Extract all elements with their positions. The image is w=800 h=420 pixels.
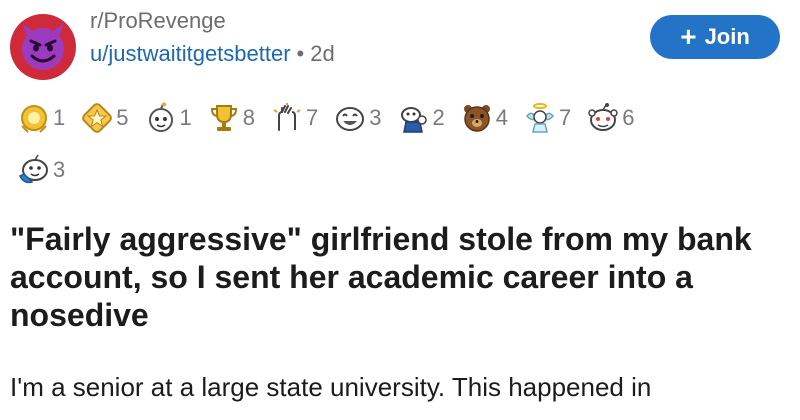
award-angel[interactable]: 7 <box>524 102 571 134</box>
award-count: 1 <box>53 105 66 130</box>
award-star-badge[interactable]: 5 <box>81 102 129 134</box>
award-bravo[interactable]: 7 <box>271 102 318 134</box>
award-snoo[interactable]: 2 <box>398 102 445 134</box>
trophy-award-icon <box>208 102 240 134</box>
awards-section: 1 5 1 8 7 3 2 4 7 6 3 <box>18 100 788 204</box>
angel-award-icon <box>524 102 556 134</box>
award-helpful[interactable]: 1 <box>18 102 65 134</box>
post-body: I'm a senior at a large state university… <box>10 372 652 402</box>
award-laughing[interactable]: 3 <box>334 102 382 134</box>
award-trophy[interactable]: 8 <box>208 102 255 134</box>
award-count: 1 <box>179 105 192 130</box>
author-username[interactable]: u/justwaititgetsbetter <box>90 41 291 66</box>
helpful-award-icon <box>18 102 50 134</box>
meta-separator: • <box>296 41 305 66</box>
award-count: 3 <box>369 105 382 130</box>
post-age: 2d <box>310 41 335 66</box>
snoo-face-award-icon <box>587 102 619 134</box>
devil-face-icon <box>22 24 64 70</box>
post-title[interactable]: "Fairly aggressive" girlfriend stole fro… <box>10 220 790 334</box>
snoo-hug-award-icon <box>18 154 50 186</box>
laughing-award-icon <box>334 102 366 134</box>
bear-award-icon <box>461 102 493 134</box>
award-snoo-hug[interactable]: 3 <box>18 154 65 186</box>
snoo-award-icon <box>398 102 430 134</box>
wholesome-award-icon <box>145 102 177 134</box>
award-snoo-face[interactable]: 6 <box>587 102 635 134</box>
award-count: 7 <box>306 105 319 130</box>
award-count: 5 <box>116 105 129 130</box>
award-wholesome[interactable]: 1 <box>145 102 192 134</box>
subreddit-name[interactable]: r/ProRevenge <box>90 8 226 34</box>
subreddit-avatar[interactable] <box>10 14 76 80</box>
award-count: 4 <box>495 105 508 130</box>
award-count: 8 <box>242 105 255 130</box>
award-count: 3 <box>53 157 66 182</box>
award-count: 2 <box>432 105 445 130</box>
post-header: r/ProRevenge u/justwaititgetsbetter • 2d +… <box>0 0 800 90</box>
plus-icon: + <box>680 21 697 52</box>
award-bear[interactable]: 4 <box>461 102 508 134</box>
star-badge-award-icon <box>81 102 113 134</box>
award-count: 6 <box>622 105 635 130</box>
join-label: Join <box>704 24 750 49</box>
join-button[interactable]: + Join <box>650 15 780 59</box>
awards-row: 3 <box>18 152 788 188</box>
post-meta: u/justwaititgetsbetter • 2d <box>90 41 335 67</box>
awards-row: 1 5 1 8 7 3 2 4 7 6 <box>18 100 788 136</box>
bravo-hands-award-icon <box>271 102 303 134</box>
award-count: 7 <box>559 105 572 130</box>
